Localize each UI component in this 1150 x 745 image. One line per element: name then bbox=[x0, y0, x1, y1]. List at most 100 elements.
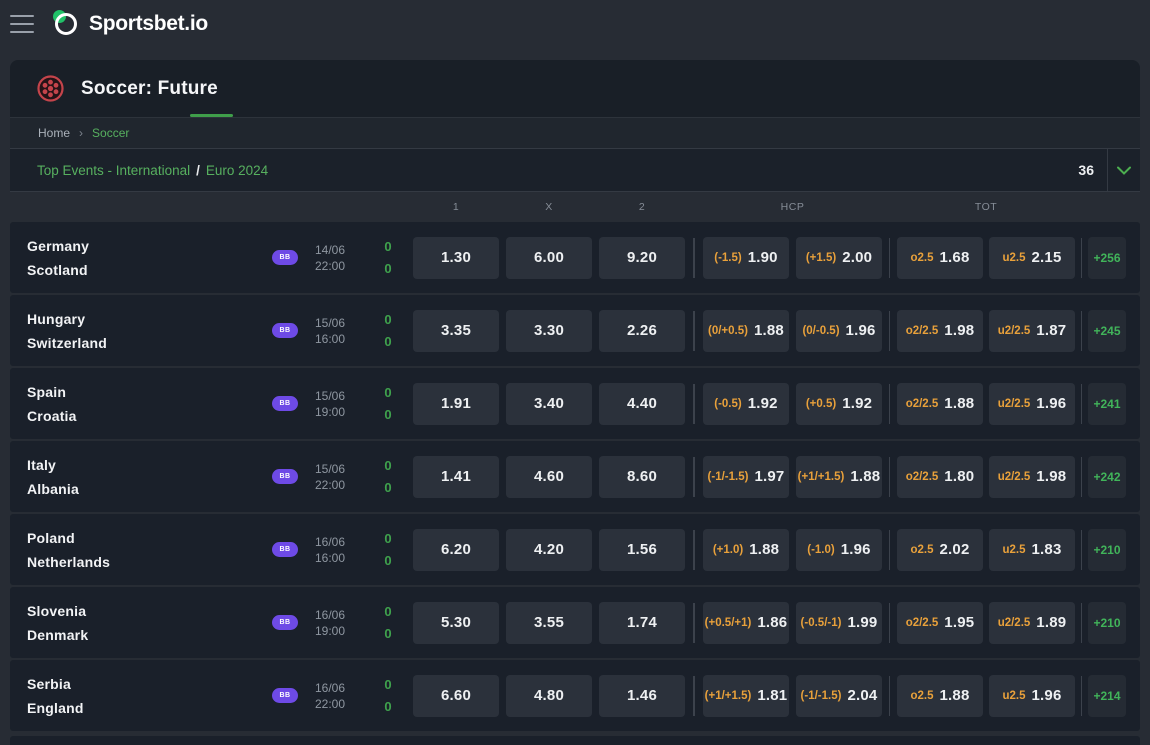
match-teams[interactable]: Italy Albania bbox=[10, 458, 265, 496]
group-divider bbox=[1081, 603, 1083, 643]
odds-button-handicap-away[interactable]: (+0.5) 1.92 bbox=[796, 383, 882, 425]
league-path-left[interactable]: Top Events - International bbox=[37, 163, 190, 178]
odds-button-home-win[interactable]: 5.30 bbox=[413, 602, 499, 644]
odds-button-handicap-home[interactable]: (+1.0) 1.88 bbox=[703, 529, 789, 571]
odds-button-draw[interactable]: 6.00 bbox=[506, 237, 592, 279]
odds-button-draw[interactable]: 4.80 bbox=[506, 675, 592, 717]
odds-button-draw[interactable]: 3.40 bbox=[506, 383, 592, 425]
odds-button-handicap-away[interactable]: (+1/+1.5) 1.88 bbox=[796, 456, 882, 498]
away-score: 0 bbox=[384, 481, 391, 494]
odds-button-away-win[interactable]: 9.20 bbox=[599, 237, 685, 279]
odds-button-total-under[interactable]: u2/2.5 1.89 bbox=[989, 602, 1075, 644]
handicap-home-line: (0/+0.5) bbox=[708, 325, 748, 337]
total-over-line: o2.5 bbox=[910, 252, 933, 264]
handicap-away-line: (-0.5/-1) bbox=[801, 617, 842, 629]
odds-button-handicap-home[interactable]: (-1.5) 1.90 bbox=[703, 237, 789, 279]
match-date: 15/06 bbox=[315, 388, 363, 404]
group-divider bbox=[1081, 238, 1083, 278]
odds-button-total-under[interactable]: u2.5 2.15 bbox=[989, 237, 1075, 279]
odds-button-handicap-away[interactable]: (-0.5/-1) 1.99 bbox=[796, 602, 882, 644]
odds-button-home-win[interactable]: 6.20 bbox=[413, 529, 499, 571]
odds-button-total-over[interactable]: o2.5 2.02 bbox=[897, 529, 983, 571]
total-over-line: o2/2.5 bbox=[906, 398, 939, 410]
match-time: 22:00 bbox=[315, 696, 363, 712]
odds-button-home-win[interactable]: 1.30 bbox=[413, 237, 499, 279]
more-markets-button[interactable]: +256 bbox=[1088, 237, 1126, 279]
odds-button-home-win[interactable]: 1.41 bbox=[413, 456, 499, 498]
more-markets-button[interactable]: +245 bbox=[1088, 310, 1126, 352]
breadcrumb-soccer[interactable]: Soccer bbox=[92, 126, 129, 140]
group-divider bbox=[693, 238, 695, 278]
home-team-name: Slovenia bbox=[27, 604, 265, 618]
odds-button-handicap-away[interactable]: (-1/-1.5) 2.04 bbox=[796, 675, 882, 717]
odds-button-handicap-away[interactable]: (0/-0.5) 1.96 bbox=[796, 310, 882, 352]
odds-button-away-win[interactable]: 1.56 bbox=[599, 529, 685, 571]
more-markets-button[interactable]: +241 bbox=[1088, 383, 1126, 425]
odds-button-home-win[interactable]: 6.60 bbox=[413, 675, 499, 717]
match-time: 19:00 bbox=[315, 404, 363, 420]
odds-button-away-win[interactable]: 1.46 bbox=[599, 675, 685, 717]
more-markets-button[interactable]: +210 bbox=[1088, 602, 1126, 644]
odds-button-home-win[interactable]: 3.35 bbox=[413, 310, 499, 352]
odds-button-total-over[interactable]: o2/2.5 1.88 bbox=[897, 383, 983, 425]
total-under-line: u2.5 bbox=[1002, 544, 1025, 556]
league-path-right[interactable]: Euro 2024 bbox=[206, 163, 268, 178]
group-divider bbox=[889, 457, 891, 497]
odds-button-total-under[interactable]: u2/2.5 1.96 bbox=[989, 383, 1075, 425]
odds-button-handicap-home[interactable]: (+0.5/+1) 1.86 bbox=[703, 602, 789, 644]
odds-button-total-under[interactable]: u2.5 1.96 bbox=[989, 675, 1075, 717]
breadcrumb: Home › Soccer bbox=[10, 118, 1140, 148]
odds-button-away-win[interactable]: 8.60 bbox=[599, 456, 685, 498]
home-team-name: Italy bbox=[27, 458, 265, 472]
odds-button-total-over[interactable]: o2/2.5 1.98 bbox=[897, 310, 983, 352]
odds-button-total-under[interactable]: u2/2.5 1.98 bbox=[989, 456, 1075, 498]
odds-button-draw[interactable]: 3.55 bbox=[506, 602, 592, 644]
brand-logo[interactable]: Sportsbet.io bbox=[54, 11, 208, 38]
group-divider bbox=[693, 530, 695, 570]
match-teams[interactable]: Spain Croatia bbox=[10, 385, 265, 423]
match-datetime: 16/06 19:00 bbox=[305, 607, 363, 639]
odds-button-away-win[interactable]: 2.26 bbox=[599, 310, 685, 352]
odds-button-away-win[interactable]: 4.40 bbox=[599, 383, 685, 425]
match-score: 0 0 bbox=[363, 386, 413, 421]
odds-button-handicap-home[interactable]: (-1/-1.5) 1.97 bbox=[703, 456, 789, 498]
more-markets-button[interactable]: +214 bbox=[1088, 675, 1126, 717]
column-header-2: 2 bbox=[599, 201, 685, 213]
odds-button-total-under[interactable]: u2/2.5 1.87 bbox=[989, 310, 1075, 352]
odds-button-draw[interactable]: 4.60 bbox=[506, 456, 592, 498]
match-datetime: 15/06 22:00 bbox=[305, 461, 363, 493]
breadcrumb-home[interactable]: Home bbox=[38, 126, 70, 140]
odds-button-handicap-home[interactable]: (-0.5) 1.92 bbox=[703, 383, 789, 425]
odds-button-total-over[interactable]: o2/2.5 1.95 bbox=[897, 602, 983, 644]
match-teams[interactable]: Hungary Switzerland bbox=[10, 312, 265, 350]
odds-button-total-over[interactable]: o2/2.5 1.80 bbox=[897, 456, 983, 498]
odds-button-home-win[interactable]: 1.91 bbox=[413, 383, 499, 425]
hamburger-menu-icon[interactable] bbox=[10, 15, 34, 33]
match-date: 14/06 bbox=[315, 242, 363, 258]
match-time: 22:00 bbox=[315, 258, 363, 274]
column-header-tot: TOT bbox=[897, 201, 1075, 213]
odds-column-headers: 1 X 2 HCP TOT bbox=[10, 192, 1140, 222]
odds-button-total-over[interactable]: o2.5 1.68 bbox=[897, 237, 983, 279]
away-score: 0 bbox=[384, 700, 391, 713]
match-teams[interactable]: Serbia England bbox=[10, 677, 265, 715]
match-teams[interactable]: Slovenia Denmark bbox=[10, 604, 265, 642]
match-teams[interactable]: Germany Scotland bbox=[10, 239, 265, 277]
odds-button-handicap-home[interactable]: (+1/+1.5) 1.81 bbox=[703, 675, 789, 717]
more-markets-button[interactable]: +210 bbox=[1088, 529, 1126, 571]
odds-button-draw[interactable]: 3.30 bbox=[506, 310, 592, 352]
match-teams[interactable]: Poland Netherlands bbox=[10, 531, 265, 569]
bet-builder-badge: BB bbox=[272, 323, 297, 338]
odds-button-handicap-away[interactable]: (-1.0) 1.96 bbox=[796, 529, 882, 571]
odds-button-away-win[interactable]: 1.74 bbox=[599, 602, 685, 644]
odds-button-total-under[interactable]: u2.5 1.83 bbox=[989, 529, 1075, 571]
match-score: 0 0 bbox=[363, 532, 413, 567]
odds-button-total-over[interactable]: o2.5 1.88 bbox=[897, 675, 983, 717]
odds-button-handicap-away[interactable]: (+1.5) 2.00 bbox=[796, 237, 882, 279]
match-date: 16/06 bbox=[315, 607, 363, 623]
odds-button-draw[interactable]: 4.20 bbox=[506, 529, 592, 571]
odds-button-handicap-home[interactable]: (0/+0.5) 1.88 bbox=[703, 310, 789, 352]
event-count: 36 bbox=[1078, 162, 1107, 178]
more-markets-button[interactable]: +242 bbox=[1088, 456, 1126, 498]
chevron-down-icon[interactable] bbox=[1108, 149, 1140, 191]
